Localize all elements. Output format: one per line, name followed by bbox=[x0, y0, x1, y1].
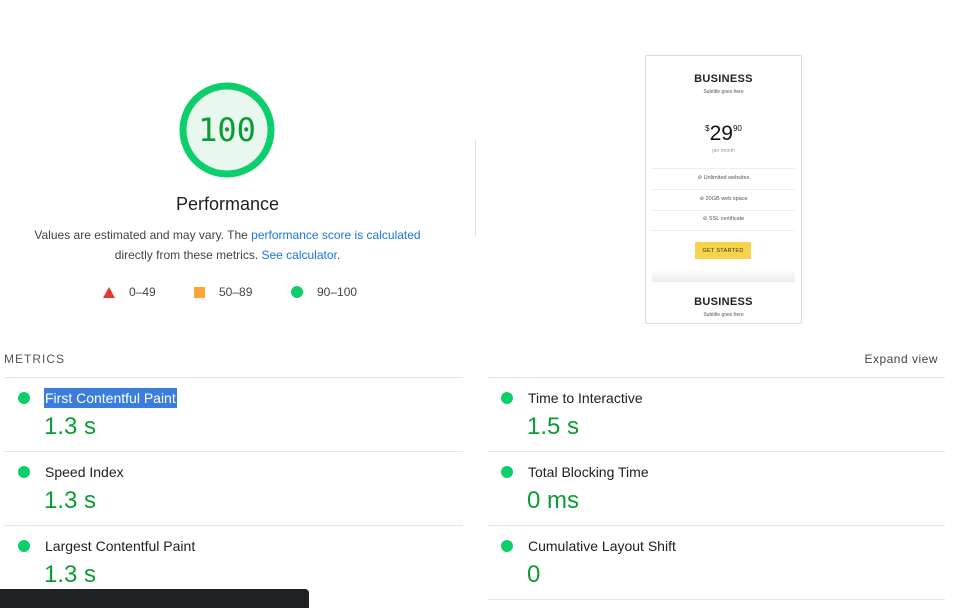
thumb-feature: ⊘ 20GB web space bbox=[699, 196, 748, 202]
performance-title: Performance bbox=[175, 194, 280, 214]
performance-description: Values are estimated and may vary. The p… bbox=[20, 225, 435, 265]
metric-value: 0 bbox=[527, 561, 541, 588]
metric-cumulative-layout-shift: Cumulative Layout Shift 0 bbox=[487, 526, 942, 600]
desc-suffix: . bbox=[336, 248, 341, 262]
pass-circle-icon bbox=[18, 392, 30, 404]
metrics-title: METRICS bbox=[4, 352, 65, 366]
metric-value: 1.3 s bbox=[44, 561, 97, 588]
metric-value: 1.3 s bbox=[44, 413, 97, 440]
thumb-divider bbox=[652, 189, 795, 190]
metric-name: Time to Interactive bbox=[528, 390, 643, 406]
thumb-price-currency: $ bbox=[705, 124, 710, 133]
metric-first-contentful-paint: First Contentful Paint 1.3 s bbox=[4, 378, 459, 452]
see-calculator-link[interactable]: See calculator bbox=[261, 248, 336, 262]
thumb-plan-name-2: BUSINESS bbox=[694, 296, 753, 308]
thumb-feature: ⊘ SSL certificate bbox=[702, 216, 745, 222]
thumb-period: per month bbox=[712, 148, 735, 154]
metric-time-to-interactive: Time to Interactive 1.5 s bbox=[487, 378, 942, 452]
thumb-plan-name: BUSINESS bbox=[694, 73, 753, 85]
thumb-subtitle-2: Subtitle goes here bbox=[703, 312, 744, 318]
legend-average-label: 50–89 bbox=[219, 285, 253, 299]
snackbar bbox=[0, 589, 309, 608]
legend-pass: 90–100 bbox=[291, 285, 357, 299]
metric-speed-index: Speed Index 1.3 s bbox=[4, 452, 459, 526]
metric-value: 1.5 s bbox=[527, 413, 580, 440]
pass-circle-icon bbox=[501, 466, 513, 478]
final-screenshot[interactable]: BUSINESS Subtitle goes here $2990 per mo… bbox=[645, 55, 802, 324]
legend-fail-label: 0–49 bbox=[129, 285, 156, 299]
legend-fail: 0–49 bbox=[103, 285, 156, 299]
thumb-price-cents: 90 bbox=[732, 124, 742, 133]
thumb-get-started-button: GET STARTED bbox=[695, 242, 751, 259]
metric-name: Cumulative Layout Shift bbox=[528, 538, 676, 554]
metric-name: Total Blocking Time bbox=[528, 464, 649, 480]
desc-middle: directly from these metrics. bbox=[114, 248, 262, 262]
square-icon bbox=[194, 286, 205, 298]
metric-value: 1.3 s bbox=[44, 487, 97, 514]
desc-prefix: Values are estimated and may vary. The bbox=[34, 228, 252, 242]
legend-pass-label: 90–100 bbox=[317, 285, 358, 299]
thumb-subtitle: Subtitle goes here bbox=[703, 89, 744, 95]
metric-total-blocking-time: Total Blocking Time 0 ms bbox=[487, 452, 942, 526]
thumb-divider bbox=[652, 210, 795, 211]
metric-name: Largest Contentful Paint bbox=[45, 538, 196, 554]
metric-name: Speed Index bbox=[45, 464, 124, 480]
performance-score: 100 bbox=[198, 111, 256, 149]
pass-circle-icon bbox=[18, 540, 30, 552]
triangle-icon bbox=[103, 286, 115, 298]
thumb-divider bbox=[652, 230, 795, 231]
metrics-divider bbox=[488, 599, 945, 600]
thumb-shadow bbox=[652, 270, 795, 282]
circle-icon bbox=[291, 286, 303, 298]
score-legend: 0–49 50–89 90–100 bbox=[0, 285, 455, 301]
legend-average: 50–89 bbox=[194, 285, 252, 299]
metric-name: First Contentful Paint bbox=[44, 388, 177, 408]
expand-view-toggle[interactable]: Expand view bbox=[864, 352, 938, 366]
thumb-price-main: 29 bbox=[709, 122, 733, 145]
thumb-price: $2990 bbox=[646, 122, 801, 146]
pass-circle-icon bbox=[501, 540, 513, 552]
pass-circle-icon bbox=[501, 392, 513, 404]
performance-score-link[interactable]: performance score is calculated bbox=[251, 228, 420, 242]
vertical-divider bbox=[475, 140, 476, 236]
metric-value: 0 ms bbox=[527, 487, 580, 514]
thumb-feature: ⊘ Unlimited websites bbox=[697, 175, 750, 181]
pass-circle-icon bbox=[18, 466, 30, 478]
performance-gauge: 100 bbox=[179, 82, 275, 178]
thumb-divider bbox=[652, 168, 795, 169]
